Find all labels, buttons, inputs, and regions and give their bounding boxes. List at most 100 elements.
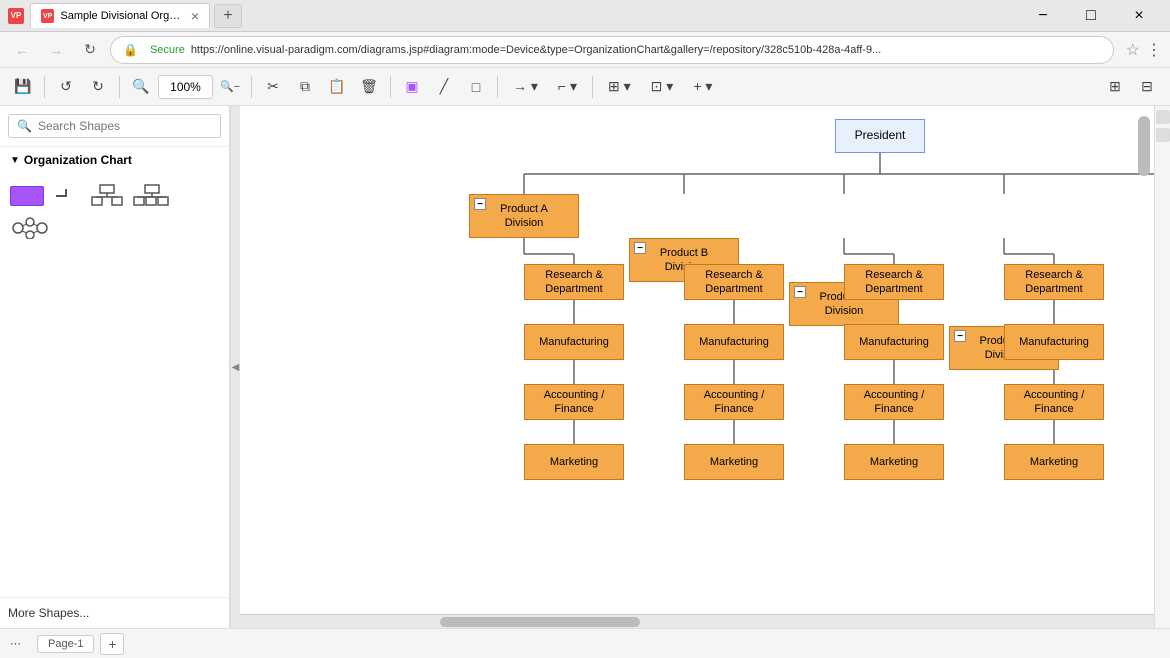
title-bar: VP VP Sample Divisional Organ... × + − □… (0, 0, 1170, 32)
maximize-button[interactable]: □ (1068, 0, 1114, 32)
horizontal-scrollbar[interactable] (240, 614, 1154, 628)
president-label: President (855, 128, 906, 144)
search-box: 🔍 (0, 106, 229, 147)
cut-button[interactable]: ✂ (258, 72, 288, 102)
separator (497, 76, 498, 98)
dept-a-acc[interactable]: Accounting /Finance (524, 384, 624, 420)
dept-a-mfg[interactable]: Manufacturing (524, 324, 624, 360)
copy-button[interactable]: ⧉ (290, 72, 320, 102)
plus-button[interactable]: + ▾ (684, 72, 721, 102)
sidebar: 🔍 ▼ Organization Chart (0, 106, 230, 628)
sidebar-section-title[interactable]: ▼ Organization Chart (10, 153, 219, 167)
dept-b-rd[interactable]: Research &Department (684, 264, 784, 300)
canvas-area[interactable]: President − Product ADivision − Product … (240, 106, 1154, 628)
zoom-group: 🔍 🔍− (126, 72, 245, 102)
address-input[interactable]: 🔒 Secure https://online.visual-paradigm.… (110, 36, 1114, 64)
paste-button[interactable]: 📋 (322, 72, 352, 102)
line-button[interactable]: ╱ (429, 72, 459, 102)
secure-label: Secure (150, 44, 185, 56)
zoom-out-button[interactable]: 🔍− (215, 72, 245, 102)
select-button[interactable]: ⊞ ▾ (599, 72, 640, 102)
address-bar: ← → ↻ 🔒 Secure https://online.visual-par… (0, 32, 1170, 68)
dept-c-acc[interactable]: Accounting /Finance (844, 384, 944, 420)
dept-d-mkt[interactable]: Marketing (1004, 444, 1104, 480)
collapse-a-button[interactable]: − (474, 198, 486, 210)
connector1-button[interactable]: → ▾ (504, 72, 547, 102)
layout1-button[interactable]: ⊞ (1100, 72, 1130, 102)
status-bar: ⋯ Page-1 + (0, 628, 1170, 658)
scrollbar-thumb[interactable] (440, 617, 640, 627)
canvas: President − Product ADivision − Product … (240, 106, 1154, 628)
search-input[interactable] (38, 119, 212, 133)
save-button[interactable]: 💾 (8, 72, 38, 102)
president-node[interactable]: President (835, 119, 925, 153)
right-panel-button-1[interactable] (1156, 110, 1170, 124)
shape-item-rect[interactable] (10, 183, 44, 209)
sidebar-shapes (0, 173, 229, 249)
back-button[interactable]: ← (8, 36, 36, 64)
dots-label: ⋯ (10, 637, 21, 650)
new-tab-button[interactable]: + (214, 4, 242, 28)
status-dots-button[interactable]: ⋯ (10, 637, 21, 650)
right-panel-button-2[interactable] (1156, 128, 1170, 142)
browser-tab[interactable]: VP Sample Divisional Organ... × (30, 3, 210, 28)
division-a-label: Product ADivision (500, 202, 548, 231)
dept-b-mfg[interactable]: Manufacturing (684, 324, 784, 360)
toolbar: 💾 ↺ ↻ 🔍 🔍− ✂ ⧉ 📋 🗑 ▣ ╱ □ → ▾ ⌐ ▾ ⊞ ▾ ⊡ ▾… (0, 68, 1170, 106)
dept-b-mkt[interactable]: Marketing (684, 444, 784, 480)
shape-item-tree[interactable] (132, 183, 172, 209)
search-icon: 🔍 (17, 119, 32, 133)
layout-group: ⊞ ⊟ (1100, 72, 1162, 102)
shape-item-org[interactable] (90, 183, 124, 209)
zoom-in-button[interactable]: 🔍 (126, 72, 156, 102)
more-shapes-button[interactable]: More Shapes... (8, 606, 221, 620)
sidebar-section: ▼ Organization Chart (0, 147, 229, 173)
section-label: Organization Chart (24, 153, 132, 167)
dept-d-acc[interactable]: Accounting /Finance (1004, 384, 1104, 420)
collapse-b-button[interactable]: − (634, 242, 646, 254)
search-input-wrap[interactable]: 🔍 (8, 114, 221, 138)
minimize-button[interactable]: − (1020, 0, 1066, 32)
undo-button[interactable]: ↺ (51, 72, 81, 102)
collapse-d-button[interactable]: − (954, 330, 966, 342)
collapse-icon: ◀ (232, 362, 240, 373)
layout2-button[interactable]: ⊟ (1132, 72, 1162, 102)
delete-button[interactable]: 🗑 (354, 72, 384, 102)
secure-icon: 🔒 (123, 43, 138, 57)
zoom-input[interactable] (158, 75, 213, 99)
forward-button[interactable]: → (42, 36, 70, 64)
window-controls: − □ × (1020, 0, 1162, 32)
dept-c-mfg[interactable]: Manufacturing (844, 324, 944, 360)
dept-c-mkt[interactable]: Marketing (844, 444, 944, 480)
add-page-button[interactable]: + (100, 633, 124, 655)
shape-item-connector[interactable] (52, 183, 82, 209)
dept-a-mkt[interactable]: Marketing (524, 444, 624, 480)
collapse-c-button[interactable]: − (794, 286, 806, 298)
shape-button[interactable]: □ (461, 72, 491, 102)
redo-button[interactable]: ↻ (83, 72, 113, 102)
fill-button[interactable]: ▣ (397, 72, 427, 102)
separator (251, 76, 252, 98)
bookmark-button[interactable]: ☆ (1126, 40, 1140, 60)
dept-c-rd[interactable]: Research &Department (844, 264, 944, 300)
tab-close-button[interactable]: × (191, 8, 199, 24)
dept-d-rd[interactable]: Research &Department (1004, 264, 1104, 300)
more-shapes-label: More Shapes... (8, 606, 89, 620)
dept-d-mfg[interactable]: Manufacturing (1004, 324, 1104, 360)
browser-menu-button[interactable]: ⋮ (1146, 40, 1162, 60)
dept-b-acc[interactable]: Accounting /Finance (684, 384, 784, 420)
chevron-down-icon: ▼ (10, 155, 20, 166)
separator (390, 76, 391, 98)
url-text: https://online.visual-paradigm.com/diagr… (191, 44, 881, 56)
sidebar-collapse-handle[interactable]: ◀ (230, 106, 240, 628)
connector2-button[interactable]: ⌐ ▾ (549, 72, 586, 102)
shape-item-network[interactable] (10, 217, 50, 239)
separator (44, 76, 45, 98)
main-area: 🔍 ▼ Organization Chart (0, 106, 1170, 628)
close-button[interactable]: × (1116, 0, 1162, 32)
page-label[interactable]: Page-1 (37, 635, 94, 653)
dept-a-rd[interactable]: Research &Department (524, 264, 624, 300)
division-a-node[interactable]: − Product ADivision (469, 194, 579, 238)
reload-button[interactable]: ↻ (76, 36, 104, 64)
zoom-fit-button[interactable]: ⊡ ▾ (642, 72, 683, 102)
